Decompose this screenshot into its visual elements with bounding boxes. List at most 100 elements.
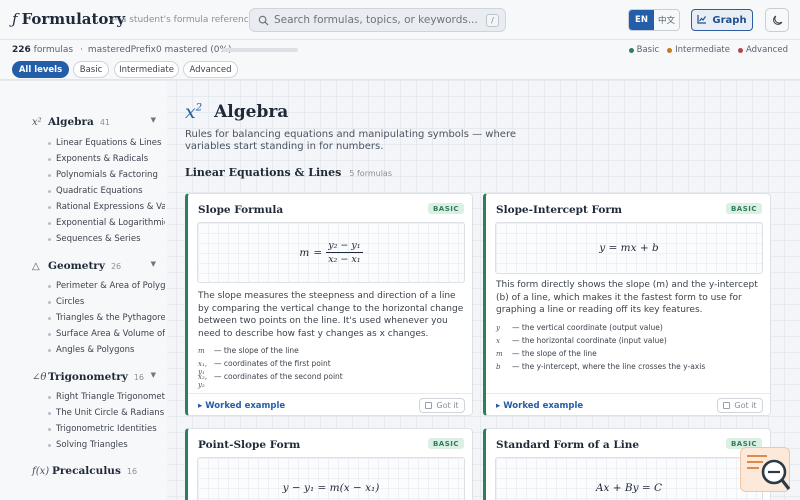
sidebar-item-circles[interactable]: Circles xyxy=(48,297,165,307)
search-shortcut-hint: / xyxy=(486,13,499,27)
got-it-button[interactable]: Got it xyxy=(419,398,465,413)
bullet-icon xyxy=(48,205,51,209)
got-it-label: Got it xyxy=(734,401,757,410)
angle-theta-icon: ∠θ xyxy=(32,372,47,383)
sidebar-item-label: Trigonometric Identities xyxy=(56,424,157,434)
variable-description: — coordinates of the second point xyxy=(214,372,343,381)
sidebar-item-right-triangle[interactable]: Right Triangle Trigonometry xyxy=(48,392,165,402)
card-footer: ▸ Worked example Got it xyxy=(188,393,472,415)
sidebar-item-triangles[interactable]: Triangles & the Pythagorean xyxy=(48,313,165,323)
card-title: Slope Formula xyxy=(198,204,284,216)
sidebar-item-label: Exponential & Logarithmic xyxy=(56,218,165,228)
category-count: 41 xyxy=(99,118,111,127)
sidebar-item-rational[interactable]: Rational Expressions & Variation xyxy=(48,202,165,212)
sidebar-item-label: Exponents & Radicals xyxy=(56,154,149,164)
checkbox-icon xyxy=(723,402,731,409)
sidebar-item-quadratic[interactable]: Quadratic Equations xyxy=(48,186,165,196)
variable-list: m — the slope of the line x₁, y₁ — coordin… xyxy=(198,346,466,389)
language-toggle: EN 中文 xyxy=(628,9,680,31)
variable-row: x₂, y₂ — coordinates of the second point xyxy=(198,372,466,389)
sidebar-item-label: Perimeter & Area of Polygons xyxy=(56,281,165,291)
worked-example-toggle[interactable]: ▸ Worked example xyxy=(198,401,285,411)
bullet-icon xyxy=(48,300,51,304)
formula-math: y − y₁ = m(x − x₁) xyxy=(282,481,380,494)
sidebar-category-precalculus[interactable]: f(x) Precalculus 16 xyxy=(32,465,162,477)
filter-advanced[interactable]: Advanced xyxy=(183,61,238,78)
variable-list: y — the vertical coordinate (output value… xyxy=(496,323,764,375)
formula-display: m = y₂ − y₁ x₂ − x₁ xyxy=(197,222,465,283)
variable-row: m — the slope of the line xyxy=(496,349,764,362)
formula-display: y − y₁ = m(x − x₁) xyxy=(197,457,465,500)
sidebar-item-label: Sequences & Series xyxy=(56,234,141,244)
sidebar-item-label: Triangles & the Pythagorean xyxy=(56,313,165,323)
sidebar-item-polynomials[interactable]: Polynomials & Factoring xyxy=(48,170,165,180)
formula-math: m = y₂ − y₁ x₂ − x₁ xyxy=(299,240,363,265)
fraction-numerator: y₂ − y₁ xyxy=(326,240,363,253)
filter-basic[interactable]: Basic xyxy=(73,61,109,78)
bullet-icon xyxy=(48,189,51,193)
worked-example-toggle[interactable]: ▸ Worked example xyxy=(496,401,583,411)
graph-button[interactable]: Graph xyxy=(691,9,753,31)
filter-all-levels[interactable]: All levels xyxy=(12,61,69,78)
category-title: Precalculus xyxy=(52,465,121,477)
sidebar-item-angles[interactable]: Angles & Polygons xyxy=(48,345,165,355)
card-title: Standard Form of a Line xyxy=(496,439,640,451)
category-title: Geometry xyxy=(48,260,105,272)
theme-toggle-button[interactable] xyxy=(765,8,789,32)
section-title: Linear Equations & Lines xyxy=(185,166,342,179)
formula-count-value: 226 xyxy=(12,45,31,55)
sidebar-item-trig-identities[interactable]: Trigonometric Identities xyxy=(48,424,165,434)
page-description: Rules for balancing equations and manipu… xyxy=(185,129,516,152)
sidebar-item-exponential[interactable]: Exponential & Logarithmic xyxy=(48,218,165,228)
formula-display: Ax + By = C xyxy=(495,457,763,500)
level-badge: BASIC xyxy=(725,203,762,214)
card-title: Slope-Intercept Form xyxy=(496,204,623,216)
floating-assistant-button[interactable] xyxy=(740,447,791,492)
intermediate-dot-icon xyxy=(667,47,673,53)
search-icon xyxy=(252,15,274,26)
sidebar-item-surface-area[interactable]: Surface Area & Volume of Solids xyxy=(48,329,165,339)
sidebar-item-exponents[interactable]: Exponents & Radicals xyxy=(48,154,165,164)
sidebar-item-label: The Unit Circle & Radians xyxy=(56,408,165,418)
sidebar-item-perimeter[interactable]: Perimeter & Area of Polygons xyxy=(48,281,165,291)
sidebar-item-label: Quadratic Equations xyxy=(56,186,143,196)
variable-description: — coordinates of the first point xyxy=(214,359,331,368)
sidebar-item-unit-circle[interactable]: The Unit Circle & Radians xyxy=(48,408,165,418)
sidebar-item-solving-triangles[interactable]: Solving Triangles xyxy=(48,440,165,450)
sidebar-category-algebra[interactable]: x² Algebra 41 ▼ xyxy=(32,116,162,128)
sidebar: x² Algebra 41 ▼ Linear Equations & Lines… xyxy=(0,81,167,500)
x-squared-icon: x2 xyxy=(185,101,202,123)
chevron-down-icon: ▼ xyxy=(150,116,156,124)
sidebar-category-trigonometry[interactable]: ∠θ Trigonometry 16 ▼ xyxy=(32,371,162,383)
chevron-down-icon: ▼ xyxy=(150,260,156,268)
bullet-icon xyxy=(48,221,51,225)
language-zh-button[interactable]: 中文 xyxy=(654,10,679,30)
moon-icon xyxy=(772,11,783,30)
category-count: 16 xyxy=(126,467,138,476)
legend-advanced: Advanced xyxy=(738,45,788,55)
search-input[interactable]: Search formulas, topics, or keywords... xyxy=(274,14,486,26)
page-icon-base: x xyxy=(185,101,196,123)
sidebar-item-sequences[interactable]: Sequences & Series xyxy=(48,234,165,244)
card-footer: ▸ Worked example Got it xyxy=(486,393,770,415)
page-title: Algebra xyxy=(214,102,289,122)
x-squared-icon: x² xyxy=(32,117,42,128)
formula-fraction: y₂ − y₁ x₂ − x₁ xyxy=(326,240,363,265)
sidebar-category-geometry[interactable]: △ Geometry 26 ▼ xyxy=(32,260,162,272)
function-icon: f(x) xyxy=(32,466,50,477)
variable-description: — the slope of the line xyxy=(512,349,597,358)
search-bar[interactable]: Search formulas, topics, or keywords... … xyxy=(249,8,506,32)
category-count: 26 xyxy=(110,262,122,271)
got-it-button[interactable]: Got it xyxy=(717,398,763,413)
sidebar-item-label: Rational Expressions & Variation xyxy=(56,202,165,212)
filter-intermediate[interactable]: Intermediate xyxy=(114,61,179,78)
mastered-status: · masteredPrefix0 mastered (0%) xyxy=(80,45,232,55)
sidebar-item-linear-equations[interactable]: Linear Equations & Lines xyxy=(48,138,165,148)
variable-symbol: y xyxy=(496,324,500,332)
language-en-button[interactable]: EN xyxy=(629,10,654,30)
formula-math: y = mx + b xyxy=(599,242,659,254)
category-title: Trigonometry xyxy=(48,371,128,383)
variable-description: — the slope of the line xyxy=(214,346,299,355)
level-badge: BASIC xyxy=(427,438,464,449)
variable-description: — the horizontal coordinate (input value… xyxy=(512,336,667,345)
